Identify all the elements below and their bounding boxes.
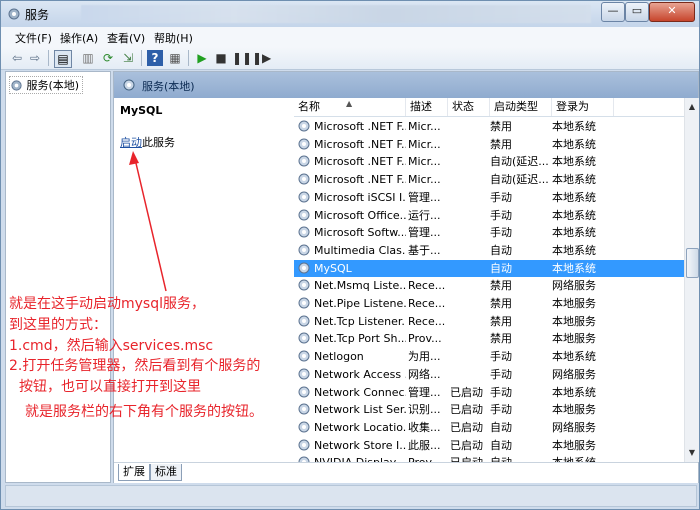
annotation-line-4: 2.打开任务管理器，然后看到有个服务的 xyxy=(9,358,261,374)
services-window: 服务 — ▭ ✕ 文件(F) 操作(A) 查看(V) 帮助(H) ⇦ ⇨ ▤ ▥… xyxy=(0,0,700,510)
annotation-line-1: 就是在这手动启动mysql服务， xyxy=(9,296,205,312)
annotation-line-3: 1.cmd，然后输入services.msc xyxy=(9,338,214,354)
annotation-arrow xyxy=(129,151,167,292)
annotation-line-2: 到这里的方式： xyxy=(9,317,107,333)
annotation-line-6: 就是服务栏的右下角有个服务的按钮。 xyxy=(25,404,263,420)
annotation-line-5: 按钮，也可以直接打开到这里 xyxy=(19,379,201,395)
